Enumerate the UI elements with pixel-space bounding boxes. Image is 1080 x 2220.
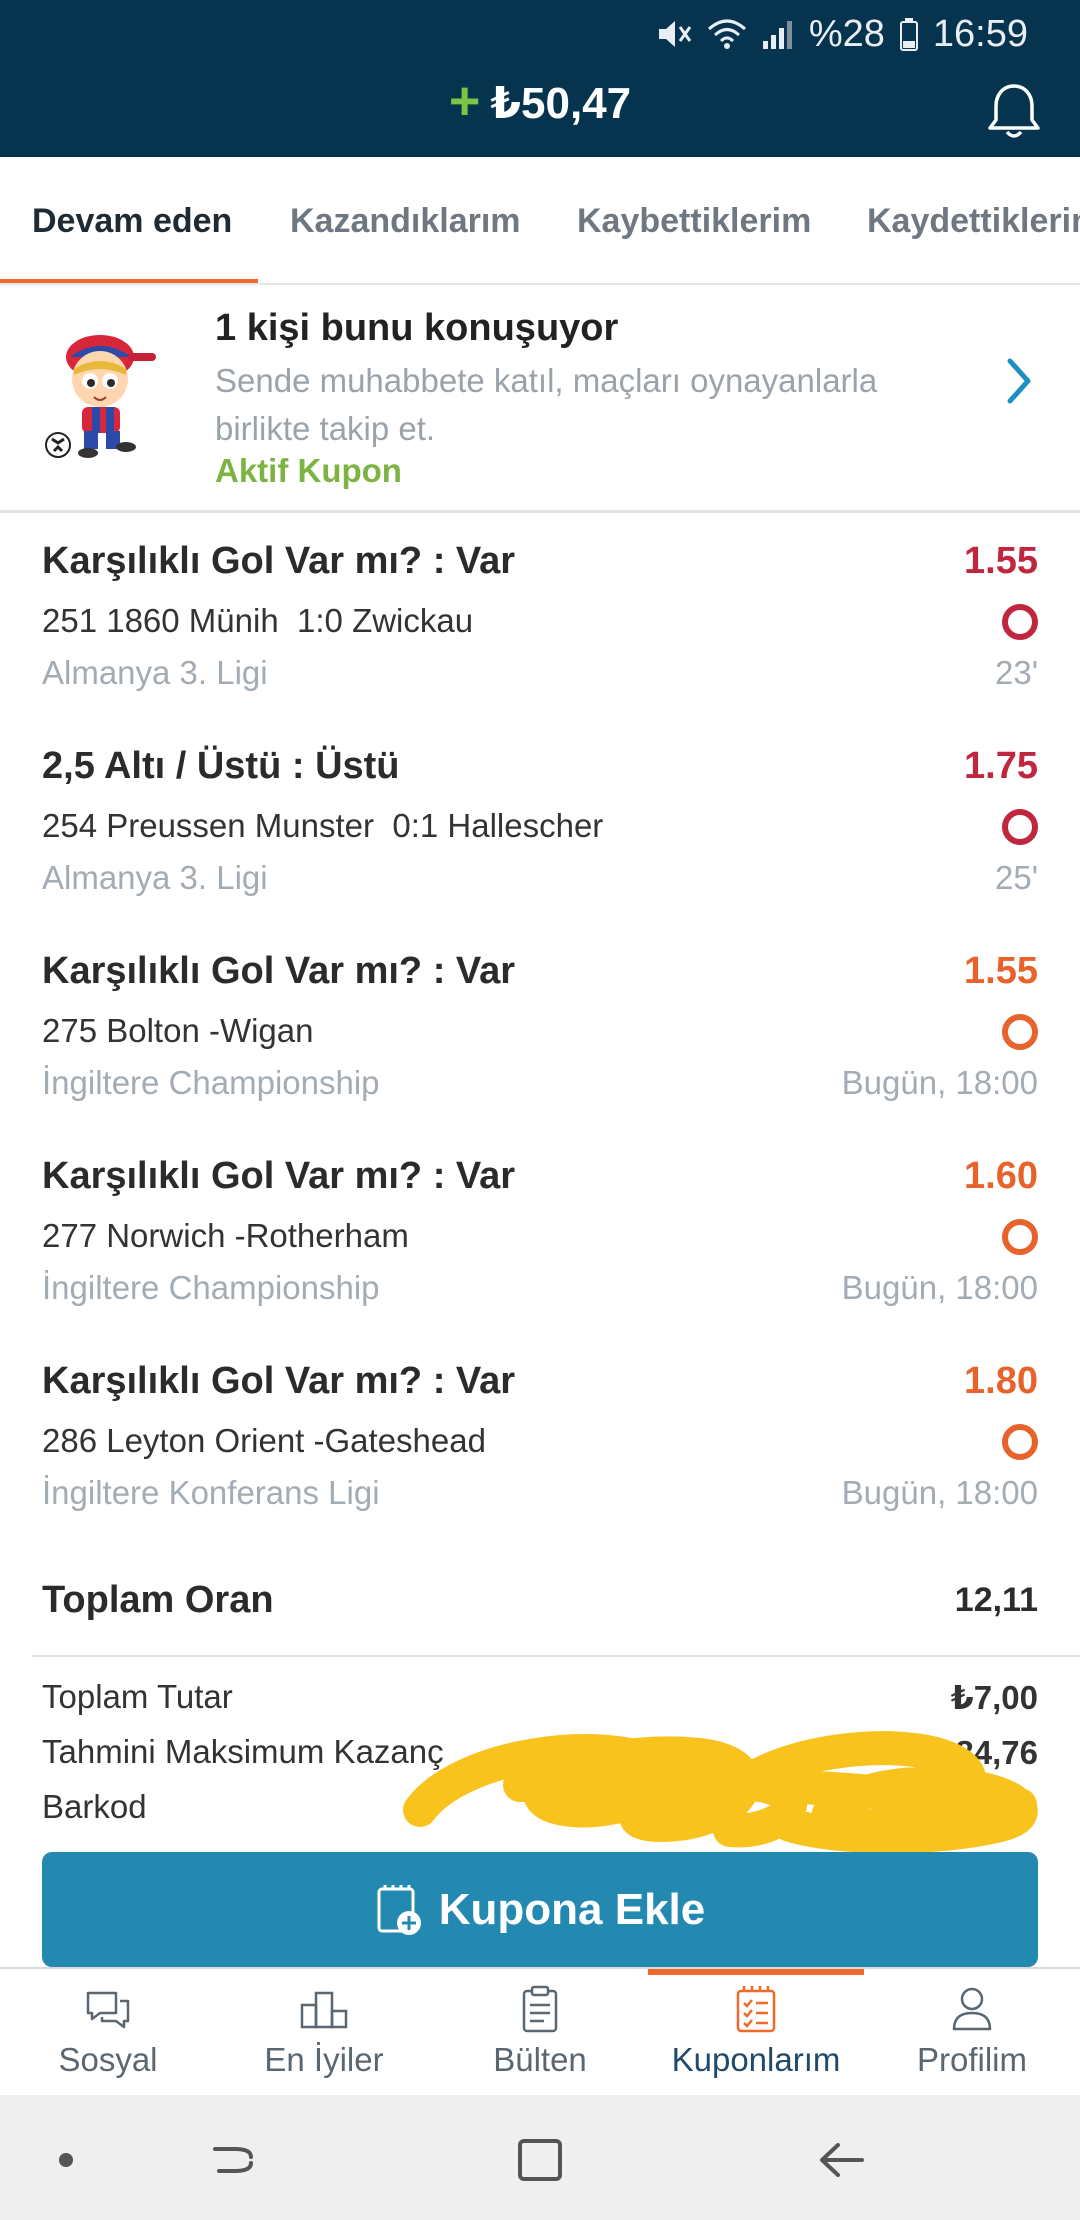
stake-label: Toplam Tutar (42, 1678, 233, 1715)
bet-match: 254 Preussen Munster 0:1 Hallescher (42, 807, 604, 844)
clipboard-icon (522, 1985, 558, 2033)
total-odds-value: 12,11 (954, 1580, 1038, 1619)
add-to-coupon-label: Kupona Ekle (438, 1884, 706, 1934)
bottom-navigation: Sosyal En İyiler Bülten Kuponlarım Profi… (0, 1967, 1080, 2095)
coupon-list-icon (736, 1986, 776, 2033)
battery-icon (899, 18, 918, 51)
bet-odd: 1.80 (964, 1360, 1038, 1402)
bet-item[interactable]: Karşılıklı Gol Var mı? : Var 1.55 275 Bo… (0, 930, 1080, 1135)
bet-time: 23' (994, 654, 1038, 691)
tab-devam-eden[interactable]: Devam eden (32, 157, 232, 283)
nav-en-iyiler[interactable]: En İyiler (216, 1969, 432, 2097)
banner-subtitle: Sende muhabbete katıl, maçları oynayanla… (215, 362, 878, 447)
chevron-right-icon[interactable] (1000, 353, 1040, 409)
bet-league: İngiltere Championship (42, 1064, 380, 1101)
tab-kaydettiklerim[interactable]: Kaydettiklerim (867, 157, 1080, 283)
bet-match: 277 Norwich -Rotherham (42, 1217, 409, 1254)
total-odds-label: Toplam Oran (42, 1578, 274, 1621)
nav-label: Kuponlarım (671, 2041, 841, 2078)
bet-list: Karşılıklı Gol Var mı? : Var 1.55 251 18… (0, 520, 1080, 1545)
nav-label: En İyiler (264, 2041, 384, 2078)
bet-market: Karşılıklı Gol Var mı? : Var (42, 540, 516, 582)
bet-status-icon (1002, 604, 1038, 640)
recent-apps-icon[interactable] (205, 2135, 265, 2185)
bet-status-icon (1002, 1219, 1038, 1255)
bet-league: Almanya 3. Ligi (42, 654, 268, 691)
bet-item[interactable]: Karşılıklı Gol Var mı? : Var 1.80 286 Le… (0, 1340, 1080, 1545)
mascot-illustration (45, 335, 156, 458)
mute-icon (658, 21, 692, 47)
stake-value: ₺7,00 (950, 1678, 1038, 1716)
divider (32, 1655, 1080, 1657)
bet-market: Karşılıklı Gol Var mı? : Var (42, 1360, 516, 1402)
barcode-label: Barkod (42, 1788, 147, 1825)
bet-status-icon (1002, 1424, 1038, 1460)
max-win-label: Tahmini Maksimum Kazanç (42, 1733, 444, 1770)
coupon-tabs: Devam eden Kazandıklarım Kaybettiklerim … (0, 157, 1080, 285)
bet-time: 25' (994, 859, 1038, 896)
active-tab-indicator (0, 279, 258, 283)
bet-item[interactable]: 2,5 Altı / Üstü : Üstü 1.75 254 Preussen… (0, 725, 1080, 930)
add-to-coupon-button[interactable]: Kupona Ekle (42, 1852, 1038, 1967)
wifi-icon (707, 19, 746, 49)
bet-league: İngiltere Konferans Ligi (42, 1474, 380, 1511)
dot-icon[interactable] (40, 2135, 100, 2185)
bet-match: 251 1860 Münih 1:0 Zwickau (42, 602, 474, 639)
home-icon[interactable] (510, 2135, 570, 2185)
app-header: %28 16:59 + ₺50,47 (0, 0, 1080, 157)
nav-sosyal[interactable]: Sosyal (0, 1969, 216, 2097)
active-coupon-link[interactable]: Aktif Kupon (215, 452, 402, 490)
add-funds-icon[interactable]: + (449, 74, 481, 128)
bet-match: 286 Leyton Orient -Gateshead (42, 1422, 486, 1459)
balance-amount: ₺50,47 (490, 79, 632, 128)
social-banner[interactable]: 1 kişi bunu konuşuyor Sende muhabbete ka… (0, 287, 1080, 513)
clock: 16:59 (932, 12, 1028, 55)
bet-league: İngiltere Championship (42, 1269, 380, 1306)
status-bar: %28 16:59 (655, 10, 1028, 58)
bet-odd: 1.60 (964, 1155, 1038, 1197)
total-odds-row: Toplam Oran 12,11 (42, 1570, 1038, 1630)
bet-odd: 1.55 (964, 540, 1038, 582)
back-arrow-icon[interactable] (812, 2135, 872, 2185)
chat-icon (86, 1991, 130, 2029)
bet-odd: 1.75 (964, 745, 1038, 787)
banner-title: 1 kişi bunu konuşuyor (215, 307, 619, 349)
bet-item[interactable]: Karşılıklı Gol Var mı? : Var 1.55 251 18… (0, 520, 1080, 725)
nav-bulten[interactable]: Bülten (432, 1969, 648, 2097)
bet-odd: 1.55 (964, 950, 1038, 992)
nav-label: Profilim (916, 2041, 1027, 2078)
balance-display[interactable]: + ₺50,47 (0, 74, 1080, 129)
bet-time: Bugün, 18:00 (841, 1269, 1038, 1306)
profile-icon (952, 1987, 992, 2031)
nav-kuponlarim[interactable]: Kuponlarım (648, 1969, 864, 2097)
bet-market: 2,5 Altı / Üstü : Üstü (42, 745, 400, 787)
bet-time: Bugün, 18:00 (841, 1064, 1038, 1101)
bet-market: Karşılıklı Gol Var mı? : Var (42, 1155, 516, 1197)
bet-market: Karşılıklı Gol Var mı? : Var (42, 950, 516, 992)
signal-icon (762, 21, 792, 49)
coupon-add-icon (377, 1884, 421, 1935)
system-navigation-bar (0, 2095, 1080, 2220)
battery-percent: %28 (808, 12, 885, 55)
nav-label: Bülten (493, 2041, 587, 2078)
bell-icon[interactable] (986, 82, 1042, 142)
nav-label: Sosyal (58, 2041, 158, 2078)
nav-profilim[interactable]: Profilim (864, 1969, 1080, 2097)
bet-match: 275 Bolton -Wigan (42, 1012, 314, 1049)
bet-league: Almanya 3. Ligi (42, 859, 268, 896)
bet-status-icon (1002, 1014, 1038, 1050)
tab-kazandiklarim[interactable]: Kazandıklarım (290, 157, 521, 283)
bet-item[interactable]: Karşılıklı Gol Var mı? : Var 1.60 277 No… (0, 1135, 1080, 1340)
podium-icon (300, 1991, 348, 2029)
bet-time: Bugün, 18:00 (841, 1474, 1038, 1511)
bet-status-icon (1002, 809, 1038, 845)
tab-kaybettiklerim[interactable]: Kaybettiklerim (577, 157, 811, 283)
redaction-scribble (403, 1731, 1038, 1854)
